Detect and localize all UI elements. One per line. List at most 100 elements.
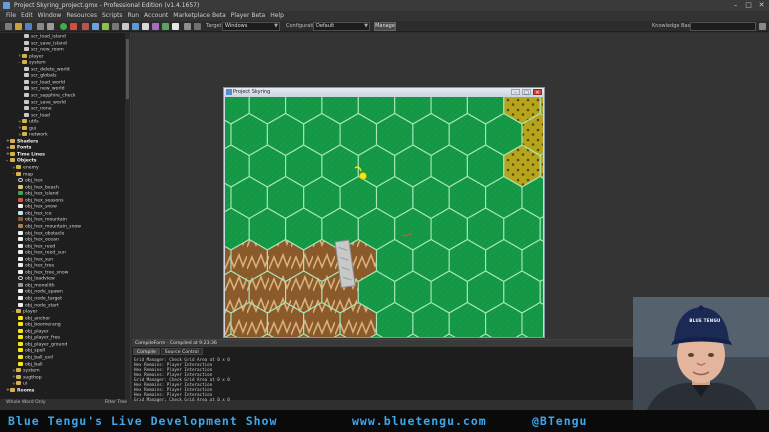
hex-map[interactable] <box>225 97 543 337</box>
tree-item[interactable]: scr_save_island <box>24 40 67 47</box>
whole-word-only-option[interactable]: Whole Word Only <box>6 400 46 405</box>
tree-item[interactable]: obj_hex <box>18 178 43 184</box>
tree-item[interactable]: obj_hex_tree <box>18 263 54 269</box>
tree-item[interactable]: + Shaders <box>6 138 38 145</box>
tree-item[interactable]: + sugthop <box>12 374 42 381</box>
tree-item[interactable]: obj_hex_mountain_snow <box>18 223 81 230</box>
create-exe-icon[interactable] <box>37 23 44 30</box>
save-project-icon[interactable] <box>25 23 32 30</box>
tree-item[interactable]: scr_load_island <box>24 34 66 40</box>
menu-help[interactable]: Help <box>270 11 284 21</box>
minimize-icon[interactable]: – <box>731 1 740 9</box>
menu-scripts[interactable]: Scripts <box>102 11 123 21</box>
tree-item[interactable]: obj_loadview <box>18 276 55 282</box>
tree-item[interactable]: obj_hex_tree_snow <box>18 269 68 276</box>
path-icon[interactable] <box>112 23 119 30</box>
tree-item[interactable]: obj_monolith <box>18 282 55 289</box>
tree-item[interactable]: scr_sapphire_check <box>24 92 76 99</box>
sound-icon[interactable] <box>92 23 99 30</box>
tree-item[interactable]: + utils <box>18 119 39 125</box>
object-icon[interactable] <box>162 23 169 30</box>
tree-item[interactable]: – Objects <box>6 158 37 164</box>
run-icon[interactable] <box>60 23 67 30</box>
tree-item[interactable]: obj_anchor <box>18 315 50 322</box>
tree-item[interactable]: scr_none <box>24 106 52 112</box>
knowledge-base-input[interactable] <box>690 22 756 31</box>
search-icon[interactable] <box>759 23 766 30</box>
tree-item[interactable]: scr_new_room <box>24 47 64 53</box>
tree-item[interactable]: obj_boomerang <box>18 322 61 328</box>
timeline-icon[interactable] <box>152 23 159 30</box>
background-icon[interactable] <box>102 23 109 30</box>
debug-icon[interactable] <box>70 23 77 30</box>
tree-item[interactable]: obj_hex_beach <box>18 184 59 191</box>
tree-item[interactable]: obj_player_free <box>18 335 60 341</box>
tree-item[interactable]: + system <box>12 368 40 374</box>
tree-item[interactable]: obj_hex_reed <box>18 243 55 250</box>
manage-button[interactable]: Manage <box>374 22 396 31</box>
tree-item[interactable]: obj_node_target <box>18 296 62 302</box>
tree-item[interactable]: obj_ball <box>18 361 43 368</box>
tree-item[interactable]: – map <box>12 171 33 178</box>
tree-item[interactable]: + enemy <box>12 165 39 171</box>
game-close-icon[interactable]: ✕ <box>533 89 542 96</box>
tab-compile[interactable]: Compile <box>133 348 160 355</box>
tree-item[interactable]: obj_hex_island <box>18 191 59 197</box>
settings-icon[interactable] <box>184 23 191 30</box>
open-project-icon[interactable] <box>15 23 22 30</box>
tree-item[interactable]: obj_node_start <box>18 302 59 309</box>
script-icon[interactable] <box>122 23 129 30</box>
tree-item[interactable]: + Rooms <box>6 387 34 394</box>
menu-edit[interactable]: Edit <box>21 11 33 21</box>
tree-item[interactable]: obj_hex_snow <box>18 204 57 210</box>
menu-player[interactable]: Player Beta <box>231 11 265 21</box>
tree-item[interactable]: obj_hex_ice <box>18 210 52 217</box>
tree-item[interactable]: + ui <box>12 381 27 387</box>
tree-item[interactable]: scr_delete_world <box>24 66 70 73</box>
filter-tree-option[interactable]: Filter Tree <box>105 399 127 407</box>
tree-item[interactable]: obj_ball_evil <box>18 354 53 361</box>
tree-item[interactable]: scr_save_world <box>24 99 66 106</box>
target-select[interactable]: Windows ▼ <box>222 22 280 31</box>
font-icon[interactable] <box>142 23 149 30</box>
shader-icon[interactable] <box>132 23 139 30</box>
tree-scrollbar-thumb[interactable] <box>126 39 129 99</box>
tree-item[interactable]: + network <box>18 132 48 138</box>
tree-item[interactable]: + Time Lines <box>6 151 45 158</box>
menu-window[interactable]: Window <box>38 11 62 21</box>
configuration-select[interactable]: Default ▼ <box>313 22 370 31</box>
tree-item[interactable]: scr_load <box>24 112 50 119</box>
tree-item[interactable]: obj_hex_sun <box>18 256 53 263</box>
tree-scrollbar[interactable] <box>125 33 130 400</box>
game-minimize-icon[interactable]: – <box>511 89 520 96</box>
menu-marketplace[interactable]: Marketplace Beta <box>173 11 226 21</box>
menu-resources[interactable]: Resources <box>66 11 97 21</box>
tree-item[interactable]: + gui <box>18 125 36 132</box>
tree-item[interactable]: + Fonts <box>6 145 31 151</box>
game-maximize-icon[interactable]: □ <box>522 89 531 96</box>
tree-item[interactable]: scr_globals <box>24 73 57 79</box>
tree-item[interactable]: – system <box>18 60 46 66</box>
tree-item[interactable]: – player <box>12 309 37 315</box>
tree-item[interactable]: obj_node_spawn <box>18 289 63 295</box>
room-icon[interactable] <box>172 23 179 30</box>
new-project-icon[interactable] <box>5 23 12 30</box>
clean-icon[interactable] <box>47 23 54 30</box>
tree-item[interactable]: obj_player_ground <box>18 341 67 348</box>
maximize-icon[interactable]: □ <box>744 1 753 9</box>
game-canvas[interactable] <box>225 97 543 337</box>
tab-source-control[interactable]: Source Control <box>160 348 203 355</box>
tree-item[interactable]: obj_hex_mountain <box>18 217 67 223</box>
tree-item[interactable]: obj_hex_obstacle <box>18 230 64 237</box>
tree-item[interactable]: obj_hex_seasons <box>18 197 64 204</box>
menu-run[interactable]: Run <box>128 11 140 21</box>
tree-item[interactable]: scr_new_world <box>24 86 65 92</box>
tree-item[interactable]: obj_player <box>18 328 49 335</box>
tree-item[interactable]: + player <box>18 53 43 60</box>
extensions-icon[interactable] <box>194 23 201 30</box>
tree-item[interactable]: obj_spell <box>18 348 45 354</box>
sprite-icon[interactable] <box>82 23 89 30</box>
tree-item[interactable]: obj_hex_ocean <box>18 237 59 243</box>
menu-account[interactable]: Account <box>144 11 168 21</box>
close-icon[interactable]: ✕ <box>757 1 766 9</box>
